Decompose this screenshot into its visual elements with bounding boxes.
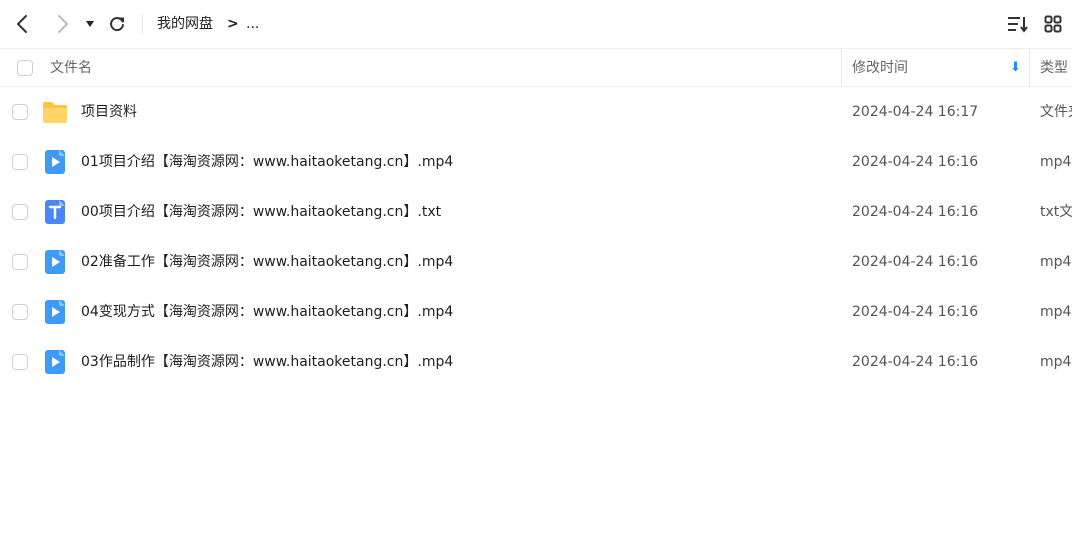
sort-button[interactable] <box>1004 10 1032 38</box>
chevron-left-icon <box>17 15 27 33</box>
row-checkbox[interactable] <box>12 154 28 170</box>
breadcrumb-more[interactable]: ... <box>246 14 259 34</box>
column-divider[interactable] <box>1029 49 1030 87</box>
row-checkbox[interactable] <box>12 204 28 220</box>
file-modified: 2024-04-24 16:16 <box>852 204 979 220</box>
file-modified: 2024-04-24 16:16 <box>852 304 979 320</box>
row-checkbox[interactable] <box>12 304 28 320</box>
file-name[interactable]: 03作品制作【海淘资源网：www.haitaoketang.cn】.mp4 <box>81 352 453 372</box>
row-checkbox[interactable] <box>12 104 28 120</box>
file-name[interactable]: 01项目介绍【海淘资源网：www.haitaoketang.cn】.mp4 <box>81 152 453 172</box>
column-divider[interactable] <box>841 49 842 87</box>
breadcrumb-root[interactable]: 我的网盘 <box>157 14 213 34</box>
file-name[interactable]: 02准备工作【海淘资源网：www.haitaoketang.cn】.mp4 <box>81 252 453 272</box>
file-row[interactable]: 01项目介绍【海淘资源网：www.haitaoketang.cn】.mp4 202… <box>0 137 1072 187</box>
file-type: mp4 <box>1040 304 1072 320</box>
text-file-icon <box>42 199 68 225</box>
file-list-header: 文件名 修改时间 ⬇ 类型 <box>0 48 1072 87</box>
video-file-icon <box>42 249 68 275</box>
column-header-modified[interactable]: 修改时间 <box>852 59 908 77</box>
file-row[interactable]: 02准备工作【海淘资源网：www.haitaoketang.cn】.mp4 202… <box>0 237 1072 287</box>
file-type: txt文件 <box>1040 204 1072 220</box>
refresh-icon <box>110 17 124 32</box>
column-header-name[interactable]: 文件名 <box>50 59 92 77</box>
back-button[interactable] <box>9 10 37 38</box>
file-name[interactable]: 项目资料 <box>81 102 137 122</box>
file-row[interactable]: 00项目介绍【海淘资源网：www.haitaoketang.cn】.txt 202… <box>0 187 1072 237</box>
video-file-icon <box>42 149 68 175</box>
sort-desc-icon[interactable]: ⬇ <box>1010 59 1021 77</box>
file-modified: 2024-04-24 16:17 <box>852 104 979 120</box>
toolbar-divider <box>142 13 143 35</box>
triangle-down-icon <box>86 21 94 27</box>
grid-view-button[interactable] <box>1039 10 1067 38</box>
column-header-type[interactable]: 类型 <box>1040 59 1068 77</box>
file-modified: 2024-04-24 16:16 <box>852 154 979 170</box>
file-row[interactable]: 项目资料 2024-04-24 16:17 文件夹 <box>0 87 1072 137</box>
file-type: 文件夹 <box>1040 104 1072 120</box>
file-type: mp4 <box>1040 154 1072 170</box>
row-checkbox[interactable] <box>12 354 28 370</box>
video-file-icon <box>42 299 68 325</box>
file-name[interactable]: 00项目介绍【海淘资源网：www.haitaoketang.cn】.txt <box>81 202 441 222</box>
file-name[interactable]: 04变现方式【海淘资源网：www.haitaoketang.cn】.mp4 <box>81 302 453 322</box>
file-type: mp4 <box>1040 254 1072 270</box>
select-all-checkbox[interactable] <box>17 60 33 76</box>
chevron-right-icon <box>58 15 68 33</box>
video-file-icon <box>42 349 68 375</box>
grid-view-icon <box>1044 15 1062 33</box>
refresh-button[interactable] <box>103 10 131 38</box>
sort-list-icon <box>1008 17 1028 33</box>
breadcrumb-separator: > <box>227 16 239 32</box>
history-dropdown-button[interactable] <box>78 10 102 38</box>
file-modified: 2024-04-24 16:16 <box>852 254 979 270</box>
file-type: mp4 <box>1040 354 1072 370</box>
file-modified: 2024-04-24 16:16 <box>852 354 979 370</box>
file-row[interactable]: 04变现方式【海淘资源网：www.haitaoketang.cn】.mp4 202… <box>0 287 1072 337</box>
toolbar: 我的网盘 > ... <box>0 0 1072 48</box>
row-checkbox[interactable] <box>12 254 28 270</box>
file-list: 项目资料 2024-04-24 16:17 文件夹 01项目介绍【海淘资源网：www.… <box>0 87 1072 534</box>
forward-button[interactable] <box>48 10 76 38</box>
folder-icon <box>42 99 68 125</box>
file-row[interactable]: 03作品制作【海淘资源网：www.haitaoketang.cn】.mp4 202… <box>0 337 1072 387</box>
